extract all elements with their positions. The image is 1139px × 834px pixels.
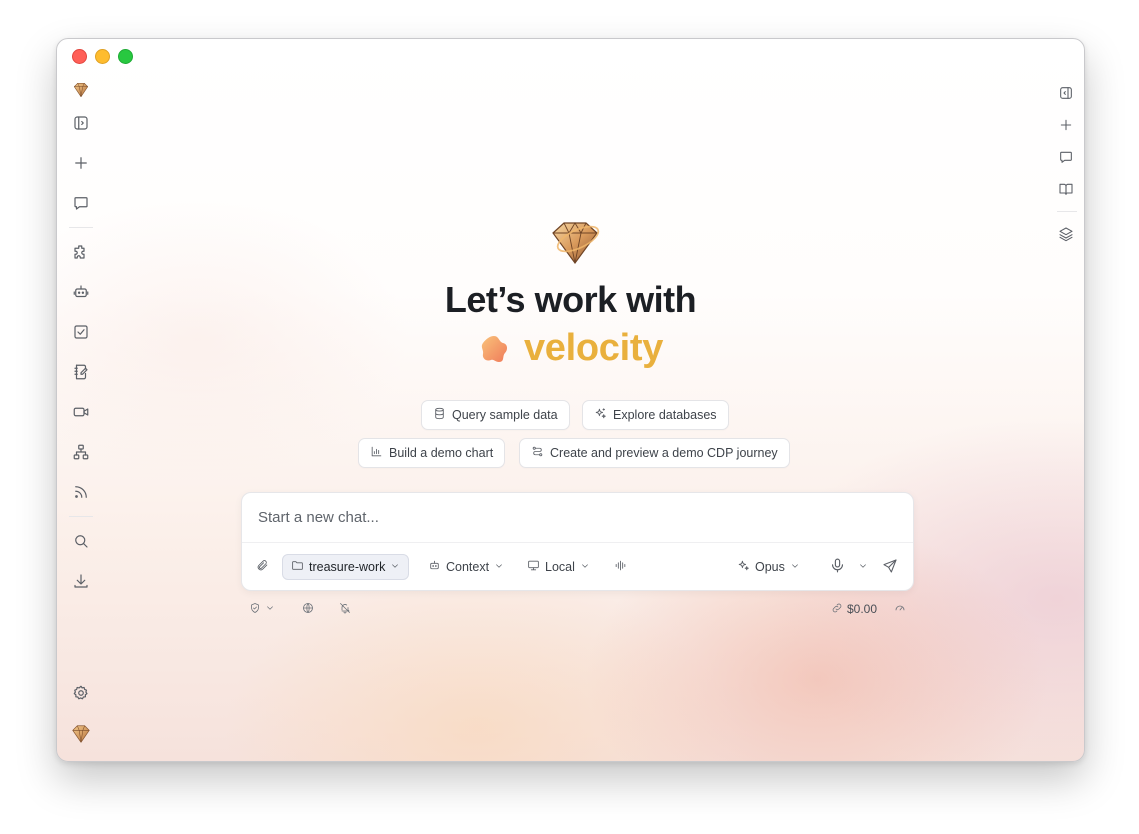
sparkles-icon bbox=[737, 559, 750, 575]
microphone-options-button[interactable] bbox=[858, 554, 868, 580]
attach-button[interactable] bbox=[256, 554, 269, 580]
model-selector[interactable]: Opus bbox=[737, 554, 800, 580]
brand-name: velocity bbox=[523, 327, 664, 369]
sidebar-divider bbox=[69, 227, 93, 228]
send-icon bbox=[882, 558, 898, 577]
settings-icon[interactable] bbox=[69, 681, 93, 705]
suggestion-label: Explore databases bbox=[613, 408, 717, 422]
shield-check-icon bbox=[249, 602, 261, 617]
chevron-down-icon bbox=[265, 602, 275, 616]
suggestion-build-demo-chart[interactable]: Build a demo chart bbox=[358, 438, 506, 468]
bell-off-icon bbox=[339, 602, 351, 617]
new-chat-icon[interactable] bbox=[69, 151, 93, 175]
video-icon[interactable] bbox=[69, 400, 93, 424]
maximize-window-button[interactable] bbox=[118, 49, 133, 64]
monitor-icon bbox=[527, 559, 540, 575]
microphone-icon bbox=[829, 557, 846, 577]
context-label: Context bbox=[446, 560, 490, 574]
sidebar-toggle-icon[interactable] bbox=[69, 111, 93, 135]
waveform-icon bbox=[614, 559, 627, 575]
model-label: Opus bbox=[755, 560, 785, 574]
feeds-icon[interactable] bbox=[69, 480, 93, 504]
profile-logo-icon[interactable] bbox=[69, 722, 93, 746]
globe-icon bbox=[302, 602, 314, 617]
workspace-label: treasure-work bbox=[309, 560, 386, 574]
cost-value: $0.00 bbox=[847, 602, 878, 616]
database-icon bbox=[433, 407, 446, 423]
minimize-window-button[interactable] bbox=[95, 49, 110, 64]
voice-waveform-button[interactable] bbox=[614, 554, 627, 580]
app-window: Let’s work with velocity Query sample da… bbox=[56, 38, 1085, 762]
send-button[interactable] bbox=[882, 554, 898, 580]
sidebar-divider bbox=[69, 516, 93, 517]
web-access-toggle[interactable] bbox=[302, 600, 314, 618]
hero-logo-icon bbox=[548, 217, 602, 267]
chevron-down-icon bbox=[858, 560, 868, 574]
layers-icon[interactable] bbox=[1054, 222, 1078, 246]
chevron-down-icon bbox=[390, 560, 400, 574]
cost-indicator[interactable]: $0.00 bbox=[831, 600, 877, 618]
hero-title: Let’s work with bbox=[444, 279, 697, 320]
search-icon[interactable] bbox=[69, 529, 93, 553]
add-icon[interactable] bbox=[1054, 113, 1078, 137]
window-controls bbox=[72, 49, 133, 64]
right-sidebar-divider bbox=[1057, 211, 1077, 212]
chats-icon[interactable] bbox=[69, 191, 93, 215]
local-label: Local bbox=[545, 560, 575, 574]
suggestion-explore-databases[interactable]: Explore databases bbox=[582, 400, 729, 430]
chat-icon[interactable] bbox=[1054, 145, 1078, 169]
route-icon bbox=[531, 445, 544, 461]
velocity-logo-icon bbox=[478, 333, 510, 365]
gauge-icon bbox=[894, 602, 906, 617]
panel-toggle-icon[interactable] bbox=[1054, 81, 1078, 105]
usage-gauge-button[interactable] bbox=[894, 600, 906, 618]
suggestion-label: Create and preview a demo CDP journey bbox=[550, 446, 778, 460]
notifications-toggle[interactable] bbox=[339, 600, 351, 618]
plugins-icon[interactable] bbox=[69, 240, 93, 264]
chat-composer: treasure-work Context Local Opus bbox=[241, 492, 914, 591]
download-icon[interactable] bbox=[69, 569, 93, 593]
composer-divider bbox=[242, 542, 913, 543]
close-window-button[interactable] bbox=[72, 49, 87, 64]
hierarchy-icon[interactable] bbox=[69, 440, 93, 464]
suggestion-create-cdp-journey[interactable]: Create and preview a demo CDP journey bbox=[519, 438, 790, 468]
bot-icon bbox=[428, 559, 441, 575]
paperclip-icon bbox=[256, 559, 269, 575]
folder-icon bbox=[291, 559, 304, 575]
link-icon bbox=[831, 602, 843, 617]
permissions-menu[interactable] bbox=[249, 600, 275, 618]
brand-row: velocity bbox=[57, 327, 1084, 370]
suggestion-label: Query sample data bbox=[452, 408, 558, 422]
app-logo-icon[interactable] bbox=[69, 78, 93, 102]
suggestion-label: Build a demo chart bbox=[389, 446, 494, 460]
workspace-selector[interactable]: treasure-work bbox=[282, 554, 410, 580]
suggestion-query-sample-data[interactable]: Query sample data bbox=[421, 400, 570, 430]
microphone-button[interactable] bbox=[829, 554, 846, 580]
chevron-down-icon bbox=[494, 560, 504, 574]
book-icon[interactable] bbox=[1054, 177, 1078, 201]
chevron-down-icon bbox=[790, 560, 800, 574]
bar-chart-icon bbox=[370, 445, 383, 461]
context-selector[interactable]: Context bbox=[428, 554, 504, 580]
chevron-down-icon bbox=[580, 560, 590, 574]
sparkles-icon bbox=[594, 407, 607, 423]
chat-input[interactable] bbox=[258, 509, 878, 526]
local-selector[interactable]: Local bbox=[527, 554, 590, 580]
